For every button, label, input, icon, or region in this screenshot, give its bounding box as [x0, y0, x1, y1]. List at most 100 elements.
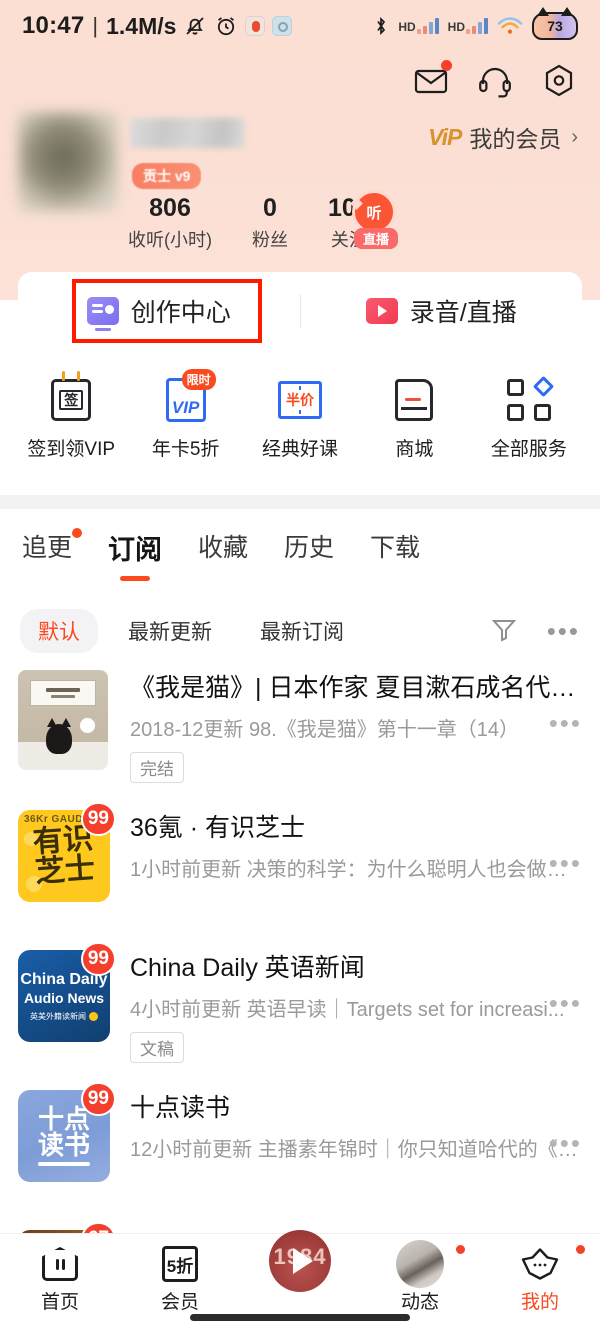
- stat-value: 0: [263, 194, 277, 222]
- live-entry-button[interactable]: 听 直播: [352, 190, 400, 249]
- annual-vip-glyph: VIP: [171, 398, 200, 417]
- vip-ticket-icon: 5折: [162, 1242, 198, 1286]
- quick-service-label: 年卡5折: [151, 439, 220, 460]
- status-divider: |: [92, 13, 99, 38]
- quick-service-all[interactable]: 全部服务: [472, 372, 586, 461]
- stat-label: 收听(小时): [128, 230, 212, 250]
- sort-chip-latest-update[interactable]: 最新更新: [110, 609, 230, 653]
- status-time: 10:47: [22, 12, 85, 39]
- stat-listening-hours[interactable]: 806 收听(小时): [128, 193, 212, 252]
- creation-card: 创作中心 录音/直播: [18, 272, 582, 350]
- mail-unread-badge: [441, 60, 452, 71]
- list-item-body: 《我是猫》| 日本作家 夏目漱石成名代表作 2018-12更新 98.《我是猫》…: [108, 670, 580, 783]
- thumbnail-wrap: China Daily Audio News 英美外籍读新闻 99: [18, 942, 116, 1050]
- tab-label: 历史: [284, 534, 335, 562]
- record-live-label: 录音/直播: [409, 299, 517, 327]
- weather-app-icon: [272, 16, 293, 36]
- quick-service-classic-course[interactable]: 半价 经典好课: [243, 372, 357, 461]
- my-membership-link[interactable]: ViP 我的会员 ›: [428, 120, 578, 154]
- feed-unread-dot: [455, 1244, 466, 1255]
- tab-favorites[interactable]: 收藏: [198, 528, 248, 581]
- stat-label: 粉丝: [252, 230, 288, 250]
- tab-label: 订阅: [108, 535, 163, 565]
- sort-chip-default[interactable]: 默认: [20, 609, 98, 653]
- tab-label: 收藏: [198, 534, 249, 562]
- list-item-title: 36氪 · 有识芝士: [130, 814, 306, 842]
- nav-item-mine[interactable]: 我的: [480, 1242, 600, 1314]
- tab-history[interactable]: 历史: [284, 528, 334, 581]
- list-item[interactable]: 十点 读书 99 十点读书 12小时前更新 主播素年锦时｜你只知道哈代的《… •…: [0, 1080, 600, 1220]
- nav-item-home[interactable]: 首页: [0, 1242, 120, 1314]
- vip-discount-glyph: 5折: [162, 1246, 198, 1282]
- avatar-feed-icon: [396, 1240, 444, 1288]
- tab-active-underline: [120, 576, 151, 581]
- cover-line-3-text: 英美外籍读新闻: [30, 1011, 86, 1021]
- wifi-icon: [497, 16, 523, 36]
- nav-item-vip[interactable]: 5折 会员: [120, 1242, 240, 1314]
- chevron-right-icon: ›: [571, 125, 578, 148]
- subscription-list[interactable]: 《我是猫》| 日本作家 夏目漱石成名代表作 2018-12更新 98.《我是猫》…: [0, 660, 600, 1233]
- tab-subscriptions[interactable]: 订阅: [108, 528, 162, 581]
- list-item[interactable]: 《我是猫》| 日本作家 夏目漱石成名代表作 2018-12更新 98.《我是猫》…: [0, 660, 600, 800]
- list-item-body: China Daily 英语新闻 4小时前更新 英语早读｜Targets set…: [108, 950, 580, 1063]
- creation-center-icon: [86, 297, 119, 331]
- quick-service-sign-in[interactable]: 签 签到领VIP: [14, 371, 128, 461]
- tab-label: 下载: [370, 534, 421, 562]
- list-item-subtitle: 2018-12更新 98.《我是猫》第十一章（14）: [130, 719, 520, 741]
- list-item-more-icon[interactable]: •••: [549, 1130, 582, 1156]
- list-item-more-icon[interactable]: •••: [549, 990, 582, 1016]
- record-live-button[interactable]: 录音/直播: [301, 272, 583, 350]
- my-membership-label: 我的会员: [469, 126, 562, 152]
- unread-count-badge: 99: [80, 942, 116, 976]
- mail-icon[interactable]: [412, 60, 452, 100]
- tab-updates[interactable]: 追更: [22, 528, 83, 581]
- sort-chip-latest-subscribe[interactable]: 最新订阅: [242, 609, 362, 653]
- alarm-clock-icon: [214, 14, 238, 38]
- filter-row: 默认 最新更新 最新订阅 •••: [0, 605, 600, 657]
- avatar[interactable]: [18, 112, 118, 212]
- headset-icon[interactable]: [476, 62, 514, 100]
- level-badge[interactable]: 贡士 v9: [132, 163, 202, 189]
- status-bar: 10:47 | 1.4M/s HD HD 73: [0, 0, 600, 52]
- home-indicator: [190, 1314, 410, 1321]
- sign-in-icon: 签: [51, 371, 92, 428]
- unread-count-badge: 67: [80, 1222, 116, 1233]
- tab-downloads[interactable]: 下载: [370, 528, 420, 581]
- quick-service-label: 签到领VIP: [27, 439, 116, 460]
- quick-service-annual-vip[interactable]: VIP 限时 年卡5折: [128, 369, 242, 461]
- list-item-more-icon[interactable]: •••: [549, 850, 582, 876]
- funnel-filter-icon[interactable]: [489, 614, 519, 649]
- nav-item-player[interactable]: 1984: [240, 1230, 360, 1292]
- nav-item-feed[interactable]: 动态: [360, 1240, 480, 1314]
- sim1-signal: HD: [398, 18, 439, 34]
- status-bar-left: 10:47 | 1.4M/s: [22, 12, 293, 40]
- tab-label: 追更: [22, 534, 73, 562]
- list-item[interactable]: 36Kr GAUDI 有识 芝士 99 36氪 · 有识芝士 1小时前更新 决策的…: [0, 800, 600, 940]
- quick-service-label: 商城: [395, 439, 434, 460]
- quick-service-shop[interactable]: 商城: [357, 372, 471, 461]
- nav-label: 首页: [40, 1292, 79, 1313]
- list-item-subtitle: 1小时前更新 决策的科学：为什么聪明人也会做傻事: [130, 859, 580, 881]
- all-services-icon: [506, 372, 554, 428]
- nickname: [130, 118, 244, 148]
- more-options-icon[interactable]: •••: [547, 618, 580, 644]
- nav-label: 动态: [400, 1292, 439, 1313]
- star-profile-icon: [521, 1242, 559, 1286]
- quick-service-label: 全部服务: [490, 439, 567, 460]
- sim2-signal: HD: [448, 18, 488, 34]
- unread-count-badge: 99: [80, 1082, 116, 1116]
- profile-stats: 806 收听(小时) 0 粉丝 108 关注: [128, 193, 370, 252]
- nav-label: 我的: [520, 1292, 559, 1313]
- thumbnail-wrap: [18, 670, 108, 770]
- list-item-more-icon[interactable]: •••: [549, 710, 582, 736]
- list-item[interactable]: China Daily Audio News 英美外籍读新闻 99 China …: [0, 940, 600, 1080]
- shop-icon: [395, 372, 434, 428]
- stat-fans[interactable]: 0 粉丝: [252, 193, 288, 252]
- unread-count-badge: 99: [80, 802, 116, 836]
- settings-icon[interactable]: [540, 62, 578, 100]
- network-speed: 1.4M/s: [106, 12, 177, 39]
- creation-center-button[interactable]: 创作中心: [18, 272, 300, 350]
- mute-bell-icon: [183, 14, 207, 38]
- signal-bars-sim1: [416, 18, 439, 34]
- live-tag-label: 直播: [354, 228, 398, 249]
